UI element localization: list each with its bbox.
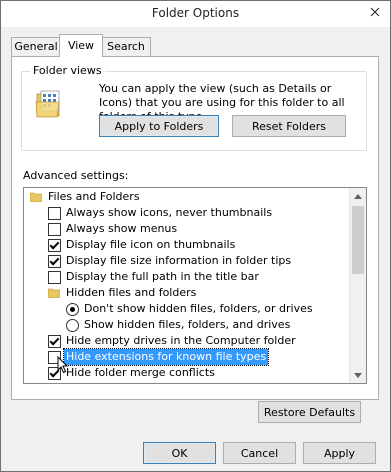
scroll-down-button[interactable] [350, 367, 366, 383]
list-item-label: Hide folder merge conflicts [66, 366, 215, 379]
radio-checked[interactable] [66, 302, 79, 316]
tab-view[interactable]: View [59, 34, 103, 57]
apply-button[interactable]: Apply [303, 442, 376, 464]
scroll-up-button[interactable] [350, 188, 366, 204]
reset-folders-button[interactable]: Reset Folders [232, 115, 346, 137]
list-item[interactable]: Hide folder merge conflicts [48, 365, 215, 381]
folder-view-icon [35, 90, 60, 118]
vertical-scrollbar[interactable] [349, 188, 366, 383]
checkbox[interactable] [48, 206, 61, 220]
list-item[interactable]: Always show icons, never thumbnails [48, 205, 272, 221]
close-button[interactable] [364, 3, 386, 21]
checkbox[interactable] [48, 222, 61, 236]
title-bar[interactable]: Folder Options [1, 1, 390, 27]
list-item-label: Display file size information in folder … [66, 254, 292, 267]
list-item: Files and Folders [30, 189, 140, 205]
radio[interactable] [66, 318, 79, 332]
close-icon [370, 7, 380, 17]
folder-views-label: Folder views [30, 64, 105, 77]
window-title: Folder Options [151, 6, 240, 20]
list-item[interactable]: Don't show hidden files, folders, or dri… [66, 301, 313, 317]
folder-options-window: Folder Options General View Search Folde… [0, 0, 391, 472]
checkbox-checked[interactable] [48, 254, 61, 268]
list-item[interactable]: Display file size information in folder … [48, 253, 291, 269]
view-tab-panel: Folder views You can apply the view (suc… [11, 56, 379, 423]
chevron-down-icon [354, 372, 362, 378]
scrollbar-thumb[interactable] [352, 206, 364, 274]
apply-to-folders-button[interactable]: Apply to Folders [99, 115, 219, 137]
checkbox[interactable] [48, 270, 61, 284]
list-item-label: Display the full path in the title bar [66, 270, 259, 283]
tab-general[interactable]: General [11, 37, 61, 56]
folder-icon [30, 192, 42, 202]
advanced-settings-label: Advanced settings: [23, 169, 129, 182]
list-item[interactable]: Show hidden files, folders, and drives [66, 317, 290, 333]
checkbox-checked[interactable] [48, 238, 61, 252]
list-item-label: Hidden files and folders [66, 286, 197, 299]
list-item-label: Always show menus [66, 222, 178, 235]
list-item-label: Hide extensions for known file types [62, 348, 270, 366]
list-item-label: Don't show hidden files, folders, or dri… [84, 302, 313, 315]
chevron-up-icon [354, 193, 362, 199]
list-item: Hidden files and folders [48, 285, 196, 301]
restore-defaults-button[interactable]: Restore Defaults [258, 401, 361, 423]
list-item-label: Show hidden files, folders, and drives [84, 318, 291, 331]
folder-icon [48, 288, 60, 298]
list-item-label: Always show icons, never thumbnails [66, 206, 273, 219]
ok-button[interactable]: OK [143, 442, 216, 464]
folder-views-group: Folder views You can apply the view (suc… [21, 64, 367, 151]
list-item-selected[interactable]: Hide extensions for known file types [48, 348, 270, 366]
list-item-label: Hide empty drives in the Computer folder [66, 334, 296, 347]
list-item[interactable]: Display the full path in the title bar [48, 269, 259, 285]
mouse-cursor-icon [57, 356, 69, 374]
list-item[interactable]: Hide empty drives in the Computer folder [48, 333, 296, 349]
advanced-settings-list[interactable]: Files and Folders Always show icons, nev… [23, 187, 367, 384]
cancel-button[interactable]: Cancel [223, 442, 296, 464]
checkbox-checked[interactable] [48, 334, 61, 348]
list-item-label: Display file icon on thumbnails [66, 238, 236, 251]
tab-search[interactable]: Search [101, 37, 151, 56]
list-item[interactable]: Always show menus [48, 221, 177, 237]
list-item[interactable]: Display file icon on thumbnails [48, 237, 235, 253]
list-item-label: Files and Folders [48, 190, 140, 203]
